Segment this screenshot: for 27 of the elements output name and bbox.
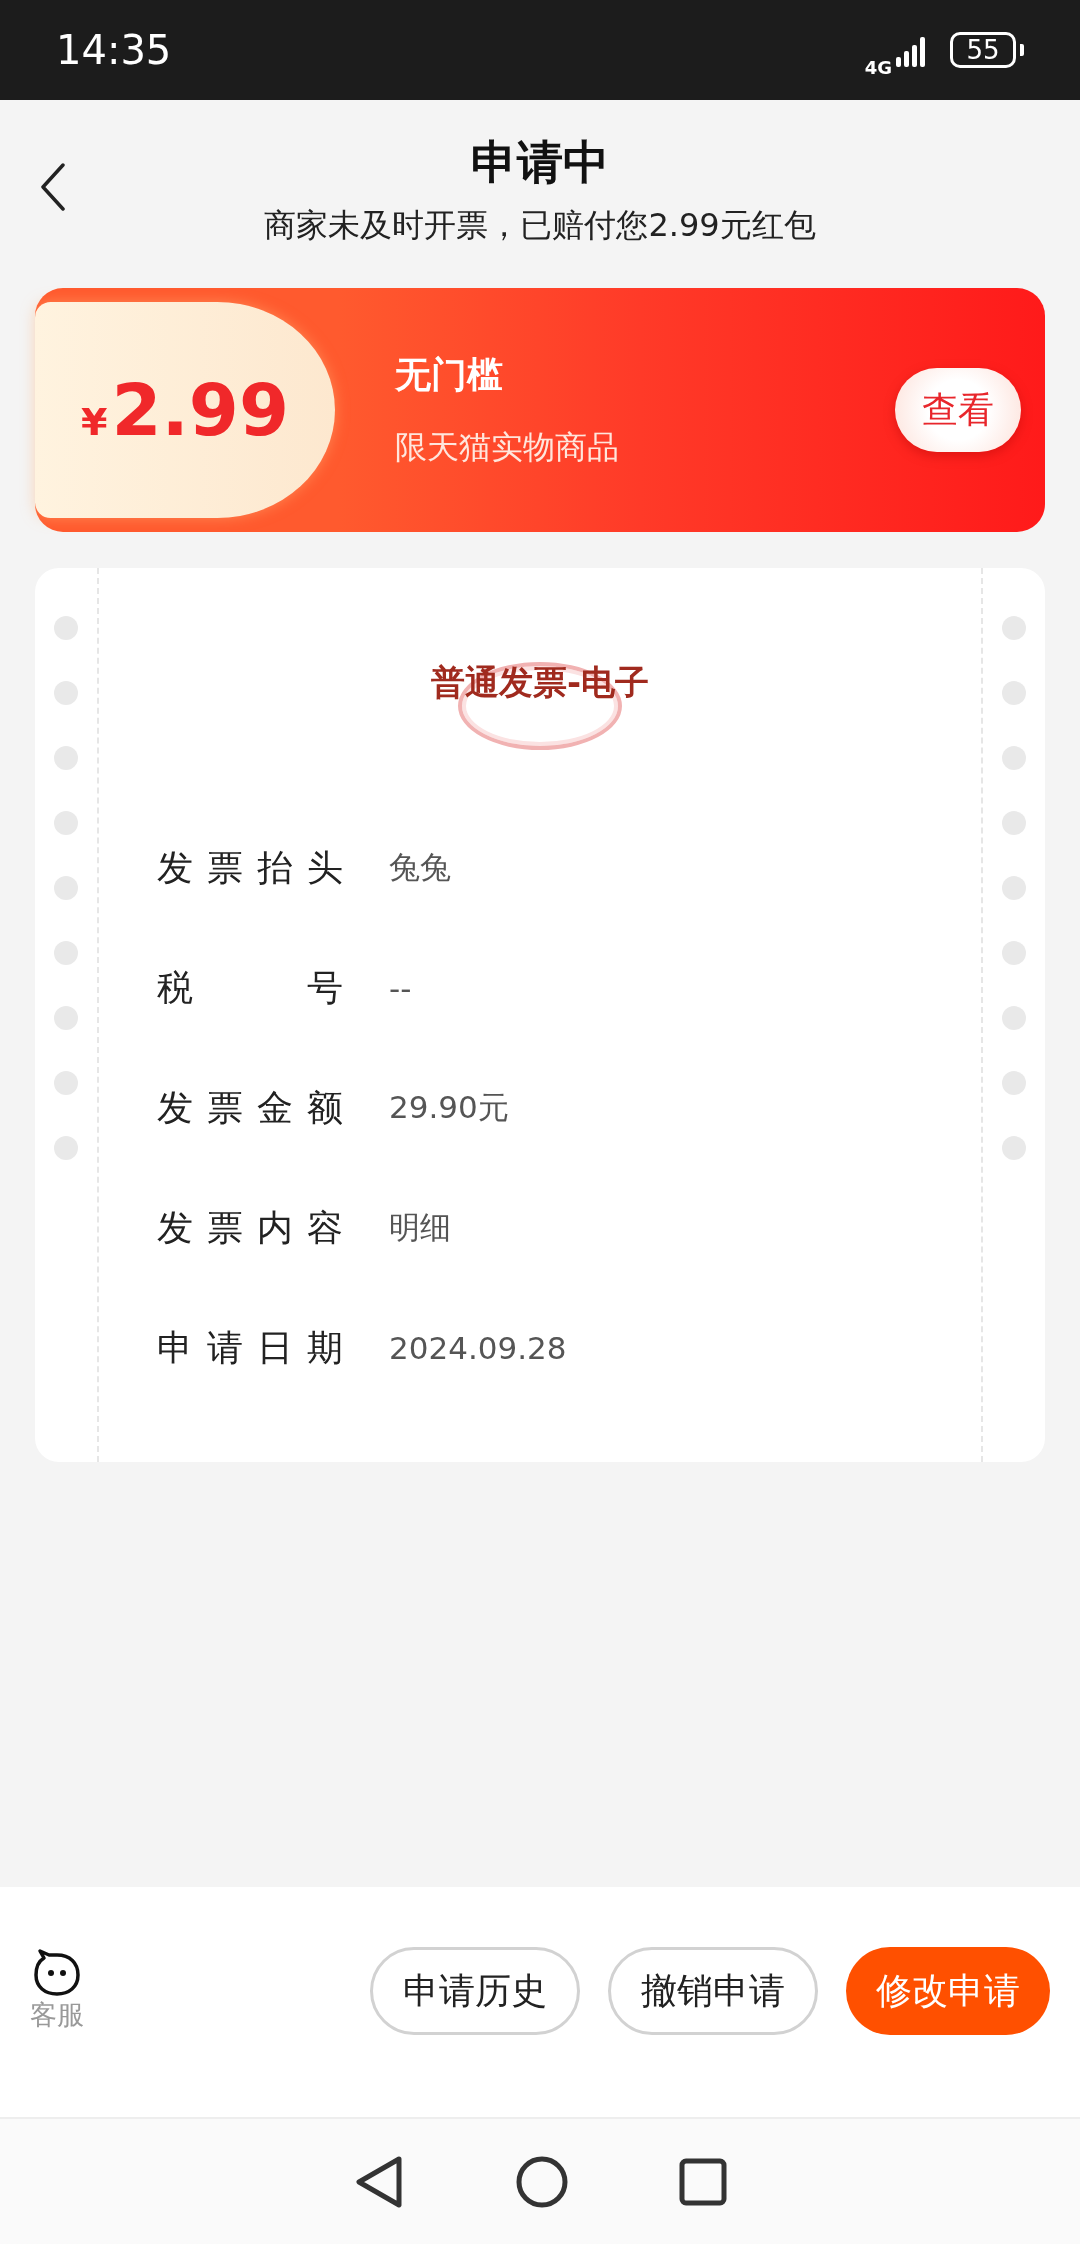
- field-label: 发票金额: [157, 1085, 343, 1130]
- coupon-title: 无门槛: [395, 352, 504, 397]
- field-label: 发票抬头: [157, 845, 343, 890]
- recent-apps-icon[interactable]: [679, 2157, 727, 2206]
- invoice-type: 普通发票-电子: [430, 661, 650, 704]
- home-icon[interactable]: [515, 2154, 569, 2209]
- field-value: 2024.09.28: [389, 1330, 567, 1366]
- page-subtitle: 商家未及时开票，已赔付您2.99元红包: [264, 205, 816, 246]
- field-label: 申请日期: [157, 1325, 343, 1370]
- network-label: 4G: [864, 56, 892, 78]
- view-button[interactable]: 查看: [895, 368, 1021, 452]
- coupon-description: 限天猫实物商品: [395, 426, 620, 468]
- action-button[interactable]: 申请历史: [370, 1947, 580, 2035]
- action-button[interactable]: 撤销申请: [608, 1947, 818, 2035]
- field-label: 税号: [157, 965, 343, 1010]
- field-value: --: [389, 970, 412, 1006]
- field-value: 29.90元: [389, 1088, 509, 1127]
- coupon-amount: ¥2.99: [80, 368, 290, 452]
- page-title: 申请中: [471, 134, 609, 191]
- customer-service-button[interactable]: 客服: [30, 1949, 84, 2033]
- battery-level: 55: [966, 37, 1000, 63]
- field-label: 发票内容: [157, 1205, 343, 1250]
- action-button[interactable]: 修改申请: [846, 1947, 1050, 2035]
- field-value: 明细: [389, 1208, 451, 1247]
- field-value: 兔兔: [389, 848, 451, 887]
- back-button[interactable]: [38, 162, 68, 212]
- status-time: 14:35: [56, 27, 172, 73]
